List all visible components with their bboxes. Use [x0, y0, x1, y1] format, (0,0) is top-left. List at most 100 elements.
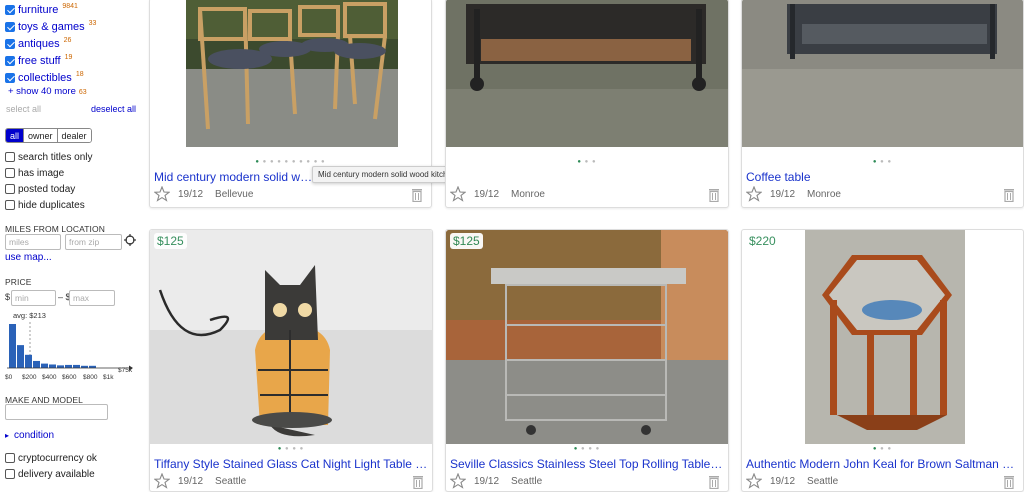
option-delivery[interactable]: delivery available	[5, 467, 95, 481]
listing-title[interactable]: Coffee table	[746, 170, 1016, 184]
listing-date: 19/12	[178, 475, 204, 487]
locate-icon[interactable]	[124, 234, 136, 246]
condition-toggle[interactable]: ▸ condition	[5, 430, 54, 441]
listing-photo[interactable]	[446, 0, 728, 147]
seller-type-owner[interactable]: owner	[24, 129, 58, 142]
avg-price-label: avg: $213	[13, 311, 46, 320]
category-label[interactable]: collectibles	[18, 72, 72, 84]
histogram-tick-label: $800	[83, 374, 98, 380]
price-currency: $	[5, 292, 11, 302]
checkbox[interactable]	[5, 152, 15, 162]
show-more-label[interactable]: + show 40 more	[8, 86, 76, 97]
option-hide-duplicates[interactable]: hide duplicates	[5, 198, 85, 212]
listing-photo[interactable]	[742, 0, 1023, 147]
seller-type-all[interactable]: all	[6, 129, 25, 142]
listing-image[interactable]	[446, 230, 728, 444]
listing-photo[interactable]	[150, 0, 431, 147]
category-count: 33	[88, 20, 97, 27]
image-pager-dots[interactable]: ● ● ●	[742, 446, 1023, 452]
zip-input[interactable]: from zip	[65, 234, 122, 250]
checkbox[interactable]	[5, 453, 15, 463]
listing-image[interactable]	[742, 230, 1023, 444]
trash-icon[interactable]	[412, 475, 424, 489]
checkbox[interactable]	[5, 73, 15, 83]
checkbox[interactable]	[5, 5, 15, 15]
checkbox[interactable]	[5, 200, 15, 210]
favorite-star-icon[interactable]	[154, 473, 170, 489]
listing-photo[interactable]	[150, 230, 432, 444]
category-free-stuff[interactable]: free stuff 19	[5, 54, 72, 68]
favorite-star-icon[interactable]	[450, 186, 466, 202]
checkbox[interactable]	[5, 56, 15, 66]
miles-input[interactable]: miles	[5, 234, 61, 250]
histogram-bar	[73, 364, 80, 368]
trash-icon[interactable]	[1003, 188, 1015, 202]
show-more-link[interactable]: + show 40 more 63	[8, 86, 87, 97]
use-map-link[interactable]: use map...	[5, 252, 52, 263]
favorite-star-icon[interactable]	[746, 186, 762, 202]
trash-icon[interactable]	[1003, 475, 1015, 489]
listing-card[interactable]: $125 ● ● ● ● Seville Classics Stainless …	[445, 229, 729, 492]
listing-image[interactable]	[446, 0, 728, 147]
listing-date: 19/12	[770, 188, 796, 200]
option-label: cryptocurrency ok	[18, 452, 97, 464]
listing-image[interactable]	[150, 230, 432, 444]
listing-meta: 19/12 Seattle	[746, 473, 838, 489]
trash-icon[interactable]	[708, 475, 720, 489]
category-collectibles[interactable]: collectibles 18	[5, 71, 84, 85]
listing-meta: 19/12 Bellevue	[154, 186, 253, 202]
category-furniture[interactable]: furniture 9841	[5, 3, 78, 17]
listing-title[interactable]: Seville Classics Stainless Steel Top Rol…	[450, 457, 724, 471]
category-count: 9841	[62, 3, 78, 10]
category-label[interactable]: furniture	[18, 4, 58, 16]
listing-card[interactable]: ● ● ● 19/12 Monroe	[445, 0, 729, 208]
option-label: hide duplicates	[18, 199, 85, 211]
category-toys-games[interactable]: toys & games 33	[5, 20, 96, 34]
image-pager-dots[interactable]: ● ● ● ● ● ● ● ● ● ●	[150, 159, 431, 165]
option-cryptocurrency[interactable]: cryptocurrency ok	[5, 451, 97, 465]
category-count: 18	[75, 71, 84, 78]
image-pager-dots[interactable]: ● ● ● ●	[446, 446, 728, 452]
deselect-all-link[interactable]: deselect all	[91, 104, 136, 114]
listing-image[interactable]	[150, 0, 431, 147]
checkbox[interactable]	[5, 184, 15, 194]
checkbox[interactable]	[5, 469, 15, 479]
category-label[interactable]: antiques	[18, 38, 60, 50]
category-count: 26	[63, 37, 72, 44]
price-min-input[interactable]: min	[11, 290, 56, 306]
option-has-image[interactable]: has image	[5, 166, 64, 180]
listing-photo[interactable]	[446, 230, 728, 444]
listing-image[interactable]	[742, 0, 1023, 147]
option-search-titles[interactable]: search titles only	[5, 150, 92, 164]
category-label[interactable]: free stuff	[18, 55, 61, 67]
listing-photo[interactable]	[742, 230, 1023, 444]
histogram-bar	[17, 345, 24, 368]
select-all-link[interactable]: select all	[6, 104, 41, 114]
trash-icon[interactable]	[708, 188, 720, 202]
checkbox[interactable]	[5, 168, 15, 178]
make-model-input[interactable]	[5, 404, 108, 420]
trash-icon[interactable]	[411, 188, 423, 202]
listing-card[interactable]: ● ● ● Coffee table 19/12 Monroe	[741, 0, 1024, 208]
category-antiques[interactable]: antiques 26	[5, 37, 71, 51]
condition-label[interactable]: condition	[14, 430, 54, 441]
option-posted-today[interactable]: posted today	[5, 182, 75, 196]
image-pager-dots[interactable]: ● ● ●	[742, 159, 1023, 165]
listing-card[interactable]: $220 ● ● ● Authentic Modern John Keal fo…	[741, 229, 1024, 492]
favorite-star-icon[interactable]	[746, 473, 762, 489]
histogram-bar	[49, 364, 56, 368]
favorite-star-icon[interactable]	[154, 186, 170, 202]
favorite-star-icon[interactable]	[450, 473, 466, 489]
listing-title[interactable]: Mid century modern solid wood	[154, 170, 314, 184]
checkbox[interactable]	[5, 22, 15, 32]
listing-title[interactable]: Authentic Modern John Keal for Brown Sal…	[746, 457, 1020, 471]
histogram-tick-label: $0	[5, 374, 13, 380]
image-pager-dots[interactable]: ● ● ●	[446, 159, 728, 165]
checkbox[interactable]	[5, 39, 15, 49]
seller-type-dealer[interactable]: dealer	[57, 129, 91, 142]
price-max-input[interactable]: max	[69, 290, 115, 306]
listing-card[interactable]: $125 ● ● ● ● Tiffany Style Stained Glass…	[149, 229, 433, 492]
listing-title[interactable]: Tiffany Style Stained Glass Cat Night Li…	[154, 457, 428, 471]
category-label[interactable]: toys & games	[18, 21, 85, 33]
image-pager-dots[interactable]: ● ● ● ●	[150, 446, 432, 452]
